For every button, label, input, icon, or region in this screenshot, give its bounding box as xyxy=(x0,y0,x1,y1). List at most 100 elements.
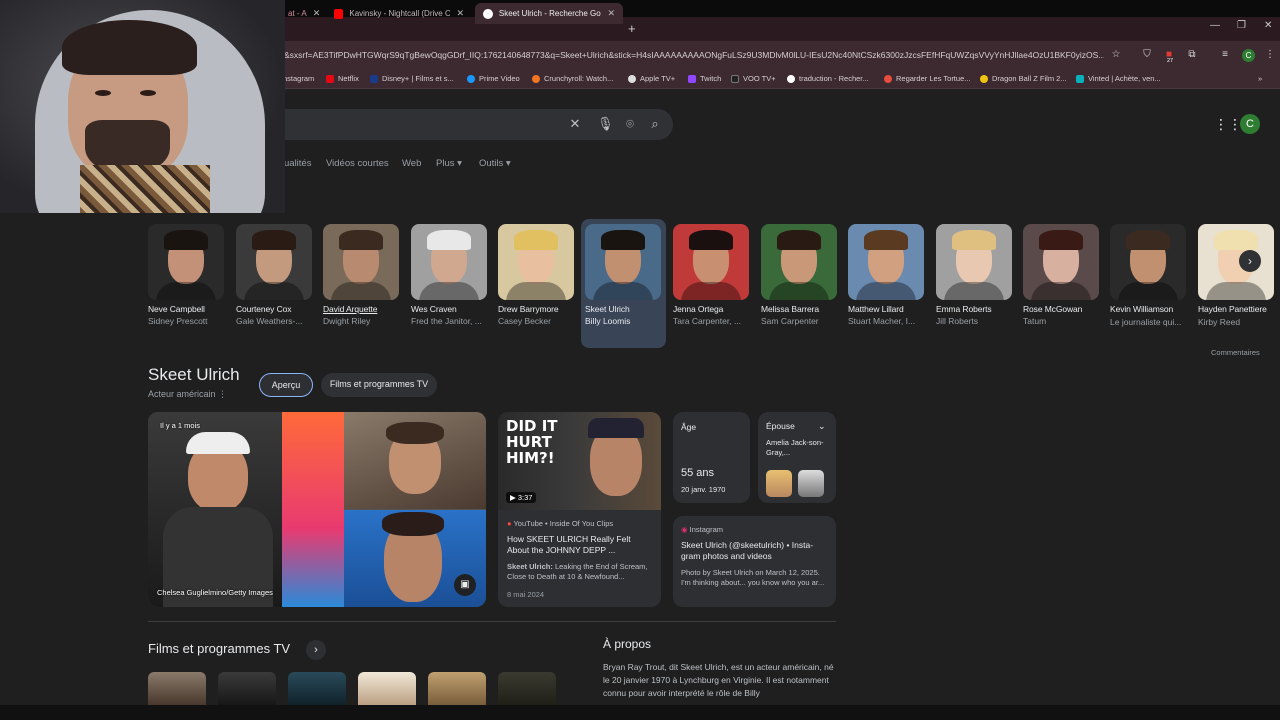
chip-apercu[interactable]: Aperçu xyxy=(259,373,313,397)
shield-icon[interactable]: ⛉ xyxy=(1141,49,1153,61)
image-age-label: Il y a 1 mois xyxy=(160,421,201,430)
about-body: Bryan Ray Trout, dit Skeet Ulrich, est u… xyxy=(603,662,834,698)
chevron-right-icon[interactable]: › xyxy=(306,640,326,660)
chip-films[interactable]: Films et programmes TV xyxy=(321,373,437,397)
cast-role: Jill Roberts xyxy=(936,316,979,326)
menu-icon[interactable]: ⋮ xyxy=(1264,49,1276,61)
cast-role: Sam Carpenter xyxy=(761,316,819,326)
chevron-right-icon[interactable]: › xyxy=(1239,250,1261,272)
video-date: 8 mai 2024 xyxy=(507,590,545,599)
cast-photo xyxy=(148,224,224,300)
cast-member[interactable]: Emma Roberts Jill Roberts xyxy=(936,224,1012,326)
tab-1[interactable]: at - A ✕ xyxy=(280,3,322,24)
spouse-photo xyxy=(798,470,824,497)
instagram-title[interactable]: Skeet Ulrich (@skeetulrich) • Insta-gram… xyxy=(681,540,829,562)
cast-member[interactable]: Rose McGowan Tatum xyxy=(1023,224,1099,326)
media-icon[interactable]: ≡ xyxy=(1219,49,1231,61)
age-card[interactable]: Âge 55 ans 20 janv. 1970 xyxy=(673,412,750,503)
search-icon[interactable]: ⌕ xyxy=(647,116,663,132)
bookmark-crunchyroll[interactable]: Crunchyroll: Watch... xyxy=(532,74,613,83)
filter-videos-courtes[interactable]: Vidéos courtes xyxy=(326,158,389,169)
bookmark-appletv[interactable]: Apple TV+ xyxy=(628,74,675,83)
spouse-label: Épouse xyxy=(766,421,795,431)
entity-title: Skeet Ulrich xyxy=(148,365,240,384)
youtube-icon xyxy=(334,8,344,19)
bookmark-prime[interactable]: Prime Video xyxy=(467,74,520,83)
video-title[interactable]: How SKEET ULRICH Really Felt About the J… xyxy=(507,534,653,556)
films-section-title: Films et programmes TV xyxy=(148,641,291,656)
cast-member[interactable]: Courteney Cox Gale Weathers-... xyxy=(236,224,312,326)
close-icon[interactable]: ✕ xyxy=(607,8,615,19)
site-icon xyxy=(980,74,988,83)
cast-role: Billy Loomis xyxy=(585,316,631,326)
maximize-icon[interactable]: ❐ xyxy=(1237,20,1246,31)
filter-outils[interactable]: Outils ▾ xyxy=(479,158,511,169)
chevron-down-icon[interactable]: ⌄ xyxy=(818,421,826,432)
address-bar[interactable]: &sxsrf=AE3TifPDwHTGWqrS9qTgBewOqgGDrf_II… xyxy=(284,50,1104,60)
cast-member[interactable]: Hayden Panettiere Kirby Reed xyxy=(1198,224,1274,327)
clear-icon[interactable]: ✕ xyxy=(567,116,583,132)
cast-photo xyxy=(1198,224,1274,300)
age-value: 55 ans xyxy=(681,467,715,479)
bookmark-netflix[interactable]: Netflix xyxy=(326,74,359,83)
bookmark-twitch[interactable]: Twitch xyxy=(688,74,721,83)
cast-name: David Arquette xyxy=(323,304,378,314)
close-icon[interactable]: ✕ xyxy=(456,8,464,19)
bookmarks-overflow-icon[interactable]: » xyxy=(1258,74,1262,83)
cast-photo xyxy=(1110,224,1186,300)
bookmark-traduction[interactable]: traduction - Recher... xyxy=(787,74,869,83)
bookmark-tortues[interactable]: Regarder Les Tortue... xyxy=(884,74,971,83)
filter-web[interactable]: Web xyxy=(402,158,421,169)
cast-role: Sidney Prescott xyxy=(148,316,208,326)
feedback-link[interactable]: Commentaires xyxy=(1211,348,1260,357)
cast-member[interactable]: Neve Campbell Sidney Prescott xyxy=(148,224,224,326)
cast-name: Kevin Williamson xyxy=(1110,304,1174,314)
bookmark-disney[interactable]: Disney+ | Films et s... xyxy=(370,74,454,83)
google-icon xyxy=(483,8,493,19)
cast-member[interactable]: Melissa Barrera Sam Carpenter xyxy=(761,224,837,326)
cast-member[interactable]: Matthew Lillard Stuart Macher, I... xyxy=(848,224,924,326)
instagram-card[interactable]: ◉ Instagram Skeet Ulrich (@skeetulrich) … xyxy=(673,516,836,607)
new-tab-button[interactable]: + xyxy=(628,21,636,36)
cast-member[interactable]: Wes Craven Fred the Janitor, ... xyxy=(411,224,487,326)
spouse-card[interactable]: Épouse ⌄ Amelia Jack-son-Gray,... xyxy=(758,412,836,503)
microphone-icon[interactable]: 🎙 xyxy=(597,116,614,132)
close-icon[interactable]: ✕ xyxy=(313,8,321,19)
site-icon xyxy=(884,74,892,83)
image-credit: Chelsea Guglielmino/Getty Images xyxy=(157,588,273,597)
vinted-icon xyxy=(1076,74,1084,83)
images-icon[interactable]: ▣ xyxy=(454,574,476,596)
cast-member[interactable]: Skeet Ulrich Billy Loomis xyxy=(585,224,661,326)
close-window-icon[interactable]: ✕ xyxy=(1264,20,1272,31)
tab-3-active[interactable]: Skeet Ulrich - Recherche Google ✕ xyxy=(475,3,623,24)
bookmark-instagram[interactable]: nstagram xyxy=(283,74,314,83)
cast-role: Gale Weathers-... xyxy=(236,316,303,326)
tab-2[interactable]: Kavinsky - Nightcall (Drive Origi ✕ xyxy=(326,3,472,24)
puzzle-icon[interactable]: ⧉ xyxy=(1186,49,1198,61)
spouse-value: Amelia Jack-son-Gray,... xyxy=(766,438,824,457)
entity-subtitle: Acteur américain ⋮ xyxy=(148,389,228,399)
star-icon[interactable]: ☆ xyxy=(1110,49,1122,61)
cast-name: Drew Barrymore xyxy=(498,304,559,314)
cast-role: Fred the Janitor, ... xyxy=(411,316,482,326)
cast-member[interactable]: Kevin Williamson Le journaliste qui... xyxy=(1110,224,1186,327)
bookmark-vinted[interactable]: Vinted | Achète, ven... xyxy=(1076,74,1161,83)
filter-actualites[interactable]: ualités xyxy=(284,158,311,169)
bookmark-dbz[interactable]: Dragon Ball Z Film 2... xyxy=(980,74,1067,83)
cast-photo xyxy=(411,224,487,300)
filter-plus[interactable]: Plus ▾ xyxy=(436,158,462,169)
hair xyxy=(62,20,197,75)
account-avatar[interactable]: C xyxy=(1240,114,1260,134)
more-vert-icon[interactable]: ⋮ xyxy=(218,389,227,399)
image-collage[interactable]: Il y a 1 mois Chelsea Guglielmino/Getty … xyxy=(148,412,486,607)
cast-member[interactable]: Drew Barrymore Casey Becker xyxy=(498,224,574,326)
bookmark-voo[interactable]: VOO TV+ xyxy=(731,74,776,83)
cast-name: Neve Campbell xyxy=(148,304,205,314)
video-source: ● YouTube • Inside Of You Clips xyxy=(507,519,614,528)
lens-icon[interactable]: ⌾ xyxy=(622,116,638,132)
profile-avatar[interactable]: C xyxy=(1242,49,1255,62)
cast-member[interactable]: David Arquette Dwight Riley xyxy=(323,224,399,326)
cast-member[interactable]: Jenna Ortega Tara Carpenter, ... xyxy=(673,224,749,326)
minimize-icon[interactable]: — xyxy=(1210,20,1220,31)
video-card[interactable]: DID IT HURT HIM?! ▶ 3:37 ● YouTube • Ins… xyxy=(498,412,661,607)
